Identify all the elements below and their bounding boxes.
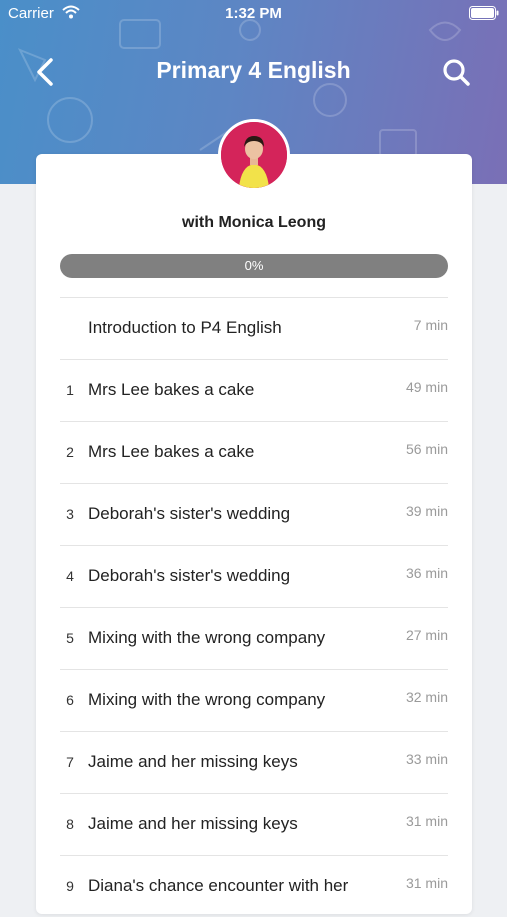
lesson-list: Introduction to P4 English 7 min 1 Mrs Lee … [60, 297, 448, 917]
page-title: Primary 4 English [156, 57, 351, 83]
lesson-row[interactable]: 9 Diana's chance encounter with her 31 min [60, 855, 448, 917]
lesson-title: Jaime and her missing keys [88, 814, 298, 833]
lesson-title: Mrs Lee bakes a cake [88, 442, 255, 461]
lesson-title: Introduction to P4 English [88, 318, 282, 337]
lesson-title: Mixing with the wrong company [88, 628, 326, 647]
battery-icon [469, 6, 499, 20]
lesson-row[interactable]: 6 Mixing with the wrong company 32 min [60, 669, 448, 731]
lesson-duration: 39 min [405, 503, 448, 519]
lesson-title: Jaime and her missing keys [88, 752, 298, 771]
lesson-number: 8 [66, 816, 74, 832]
lesson-number: 5 [66, 630, 74, 646]
lesson-row[interactable]: 4 Deborah's sister's wedding 36 min [60, 545, 448, 607]
lesson-duration: 27 min [405, 627, 448, 643]
course-card: with Monica Leong 0% Introduction to P4 … [36, 154, 472, 914]
lesson-row[interactable]: Introduction to P4 English 7 min [60, 297, 448, 359]
lesson-number: 7 [66, 754, 74, 770]
lesson-row[interactable]: 3 Deborah's sister's wedding 39 min [60, 483, 448, 545]
lesson-title: Mrs Lee bakes a cake [88, 380, 255, 399]
lesson-number: 6 [66, 692, 74, 708]
lesson-number: 9 [66, 878, 74, 894]
avatar [218, 119, 290, 191]
lesson-row[interactable]: 5 Mixing with the wrong company 27 min [60, 607, 448, 669]
lesson-duration: 49 min [405, 379, 448, 395]
instructor-label: with Monica Leong [182, 214, 326, 231]
lesson-duration: 31 min [405, 813, 448, 829]
lesson-duration: 36 min [405, 565, 448, 581]
lesson-duration: 7 min [413, 317, 448, 333]
lesson-duration: 32 min [405, 689, 448, 705]
progress-text: 0% [244, 258, 264, 273]
lesson-duration: 31 min [405, 875, 448, 891]
lesson-number: 1 [66, 382, 74, 398]
lesson-title: Deborah's sister's wedding [88, 566, 291, 585]
lesson-title: Deborah's sister's wedding [88, 504, 291, 523]
lesson-row[interactable]: 7 Jaime and her missing keys 33 min [60, 731, 448, 793]
status-time: 1:32 PM [225, 5, 282, 22]
lesson-row[interactable]: 2 Mrs Lee bakes a cake 56 min [60, 421, 448, 483]
lesson-row[interactable]: 8 Jaime and her missing keys 31 min [60, 793, 448, 855]
lesson-duration: 33 min [405, 751, 448, 767]
lesson-number: 4 [66, 568, 74, 584]
progress-bar: 0% [60, 254, 448, 278]
lesson-row[interactable]: 1 Mrs Lee bakes a cake 49 min [60, 359, 448, 421]
lesson-title: Diana's chance encounter with her [88, 876, 349, 895]
lesson-number: 2 [66, 444, 74, 460]
search-icon[interactable] [441, 56, 471, 88]
lesson-number: 3 [66, 506, 74, 522]
status-bar: Carrier 1:32 PM [0, 0, 507, 28]
lesson-duration: 56 min [405, 441, 448, 457]
lesson-title: Mixing with the wrong company [88, 690, 326, 709]
